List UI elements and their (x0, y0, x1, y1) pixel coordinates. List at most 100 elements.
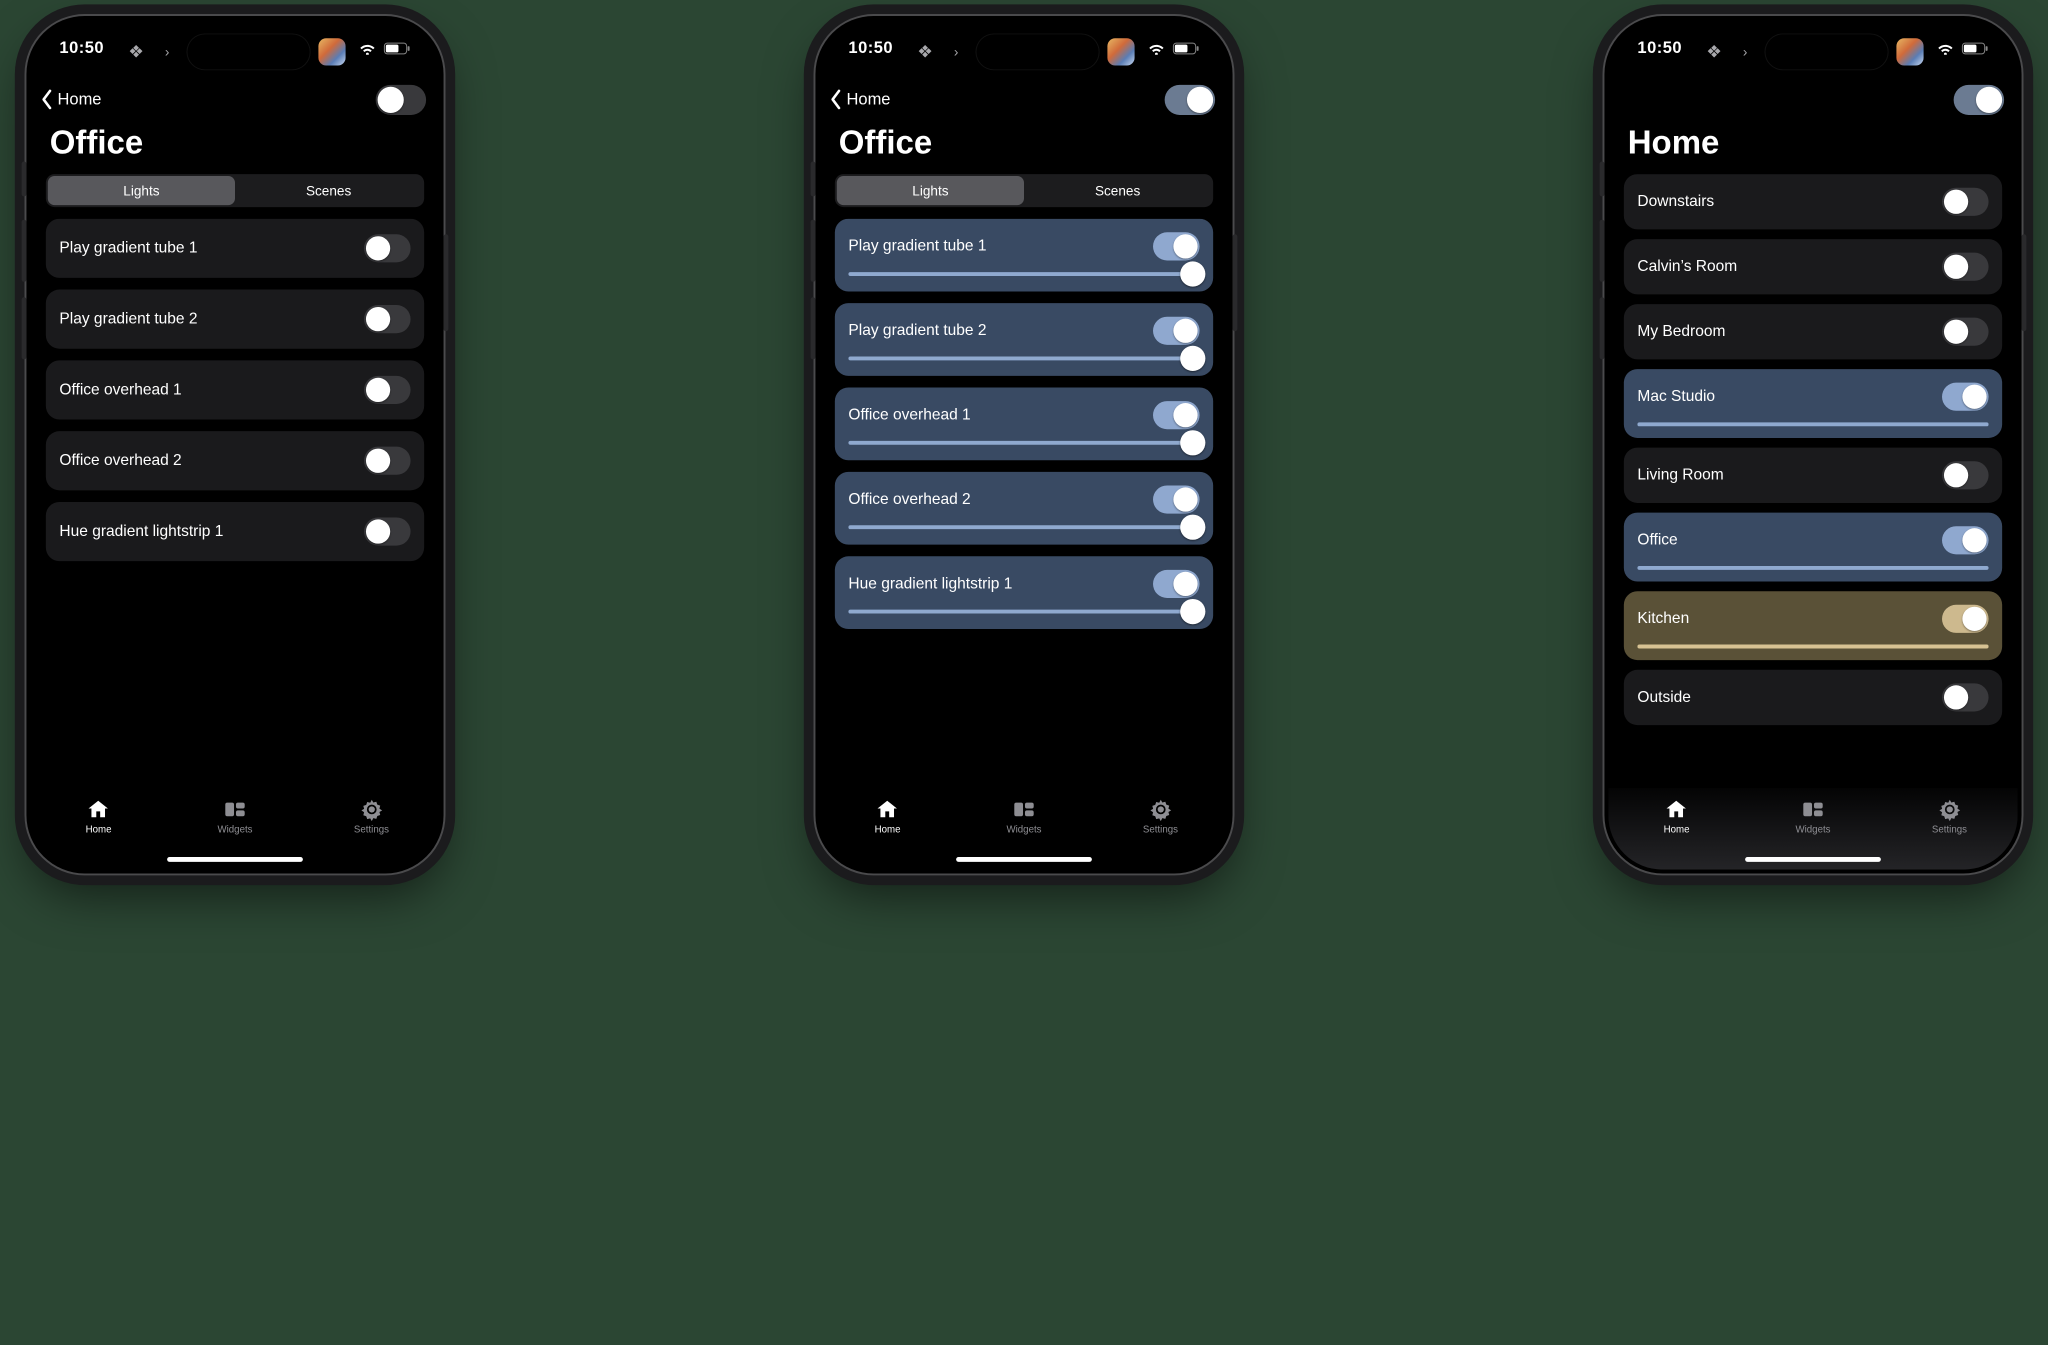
tab-scenes[interactable]: Scenes (1024, 176, 1211, 205)
room-toggle[interactable] (1942, 461, 1989, 489)
light-row[interactable]: Play gradient tube 2 (46, 290, 424, 349)
tab-bar: Home Widgets Settings (1608, 788, 2017, 869)
tab-settings[interactable]: Settings (1092, 788, 1228, 869)
now-playing-icon (1896, 38, 1923, 65)
status-time: 10:50 (848, 38, 893, 57)
home-icon (86, 798, 111, 821)
room-row[interactable]: Kitchen (1624, 591, 2002, 660)
status-time: 10:50 (1637, 38, 1682, 57)
home-icon (875, 798, 900, 821)
room-toggle[interactable] (1942, 253, 1989, 281)
light-row[interactable]: Office overhead 1 (46, 360, 424, 419)
light-toggle[interactable] (1153, 232, 1200, 260)
room-toggle[interactable] (1942, 526, 1989, 554)
room-toggle[interactable] (1942, 318, 1989, 346)
light-label: Play gradient tube 1 (848, 238, 986, 255)
light-toggle[interactable] (1153, 485, 1200, 513)
widgets-icon (1011, 798, 1036, 821)
tab-home[interactable]: Home (819, 788, 955, 869)
room-row[interactable]: Outside (1624, 670, 2002, 725)
tab-lights[interactable]: Lights (48, 176, 235, 205)
brightness-slider[interactable] (1637, 566, 1988, 570)
lights-list: Play gradient tube 1 Play gradient tube … (819, 219, 1228, 788)
light-toggle[interactable] (1153, 401, 1200, 429)
tab-lights[interactable]: Lights (837, 176, 1024, 205)
brightness-slider[interactable] (848, 525, 1199, 529)
home-indicator (1745, 857, 1881, 862)
room-master-toggle[interactable] (376, 84, 426, 114)
light-toggle[interactable] (1153, 570, 1200, 598)
tab-home[interactable]: Home (1608, 788, 1744, 869)
segmented-control[interactable]: Lights Scenes (835, 174, 1213, 207)
chevron-right-icon: › (944, 40, 967, 63)
room-toggle[interactable] (1942, 383, 1989, 411)
brightness-slider[interactable] (1637, 422, 1988, 426)
light-label: Play gradient tube 2 (848, 322, 986, 339)
room-label: Downstairs (1637, 193, 1714, 210)
live-activity-icon: ❖ (1702, 40, 1725, 63)
back-button[interactable]: Home (40, 89, 101, 110)
nav-bar (1608, 76, 2017, 119)
light-row[interactable]: Office overhead 2 (835, 472, 1213, 545)
room-toggle[interactable] (1942, 605, 1989, 633)
phone-3: 10:50 ❖ › (1604, 16, 2021, 873)
back-label: Home (57, 90, 101, 109)
chevron-right-icon: › (1733, 40, 1756, 63)
room-label: Living Room (1637, 467, 1723, 484)
light-row[interactable]: Office overhead 1 (835, 388, 1213, 461)
light-toggle[interactable] (364, 305, 411, 333)
light-row[interactable]: Hue gradient lightstrip 1 (46, 502, 424, 561)
light-toggle[interactable] (1153, 317, 1200, 345)
light-row[interactable]: Office overhead 2 (46, 431, 424, 490)
widgets-icon (1800, 798, 1825, 821)
room-toggle[interactable] (1942, 188, 1989, 216)
room-label: Calvin’s Room (1637, 258, 1737, 275)
tab-settings[interactable]: Settings (1881, 788, 2017, 869)
status-bar: 10:50 ❖ › (30, 20, 439, 76)
room-master-toggle[interactable] (1165, 84, 1215, 114)
room-label: Mac Studio (1637, 388, 1715, 405)
light-label: Play gradient tube 1 (59, 240, 197, 257)
light-row[interactable]: Play gradient tube 2 (835, 303, 1213, 376)
light-label: Office overhead 1 (848, 406, 970, 423)
now-playing-icon (1107, 38, 1134, 65)
room-row[interactable]: Mac Studio (1624, 369, 2002, 438)
room-row[interactable]: Downstairs (1624, 174, 2002, 229)
chevron-left-icon (829, 89, 843, 110)
tab-scenes[interactable]: Scenes (235, 176, 422, 205)
room-row[interactable]: Calvin’s Room (1624, 239, 2002, 294)
light-toggle[interactable] (364, 517, 411, 545)
home-master-toggle[interactable] (1954, 84, 2004, 114)
lights-list: Play gradient tube 1 Play gradient tube … (30, 219, 439, 788)
tab-home[interactable]: Home (30, 788, 166, 869)
gear-icon (1148, 798, 1173, 821)
brightness-slider[interactable] (848, 441, 1199, 445)
light-label: Play gradient tube 2 (59, 310, 197, 327)
light-row[interactable]: Play gradient tube 1 (46, 219, 424, 278)
light-toggle[interactable] (364, 234, 411, 262)
room-label: Kitchen (1637, 610, 1689, 627)
room-row[interactable]: Living Room (1624, 448, 2002, 503)
brightness-slider[interactable] (848, 610, 1199, 614)
back-button[interactable]: Home (829, 89, 890, 110)
home-icon (1664, 798, 1689, 821)
light-row[interactable]: Play gradient tube 1 (835, 219, 1213, 292)
phone-2: 10:50 ❖ › (815, 16, 1232, 873)
room-row[interactable]: My Bedroom (1624, 304, 2002, 359)
live-activity-icon: ❖ (124, 40, 147, 63)
light-toggle[interactable] (364, 376, 411, 404)
segmented-control[interactable]: Lights Scenes (46, 174, 424, 207)
nav-bar: Home (30, 76, 439, 119)
home-indicator (956, 857, 1092, 862)
tab-settings[interactable]: Settings (303, 788, 439, 869)
brightness-slider[interactable] (1637, 645, 1988, 649)
room-row[interactable]: Office (1624, 513, 2002, 582)
room-toggle[interactable] (1942, 683, 1989, 711)
brightness-slider[interactable] (848, 356, 1199, 360)
brightness-slider[interactable] (848, 272, 1199, 276)
chevron-right-icon: › (155, 40, 178, 63)
light-toggle[interactable] (364, 447, 411, 475)
gear-icon (359, 798, 384, 821)
home-indicator (167, 857, 303, 862)
light-row[interactable]: Hue gradient lightstrip 1 (835, 556, 1213, 629)
